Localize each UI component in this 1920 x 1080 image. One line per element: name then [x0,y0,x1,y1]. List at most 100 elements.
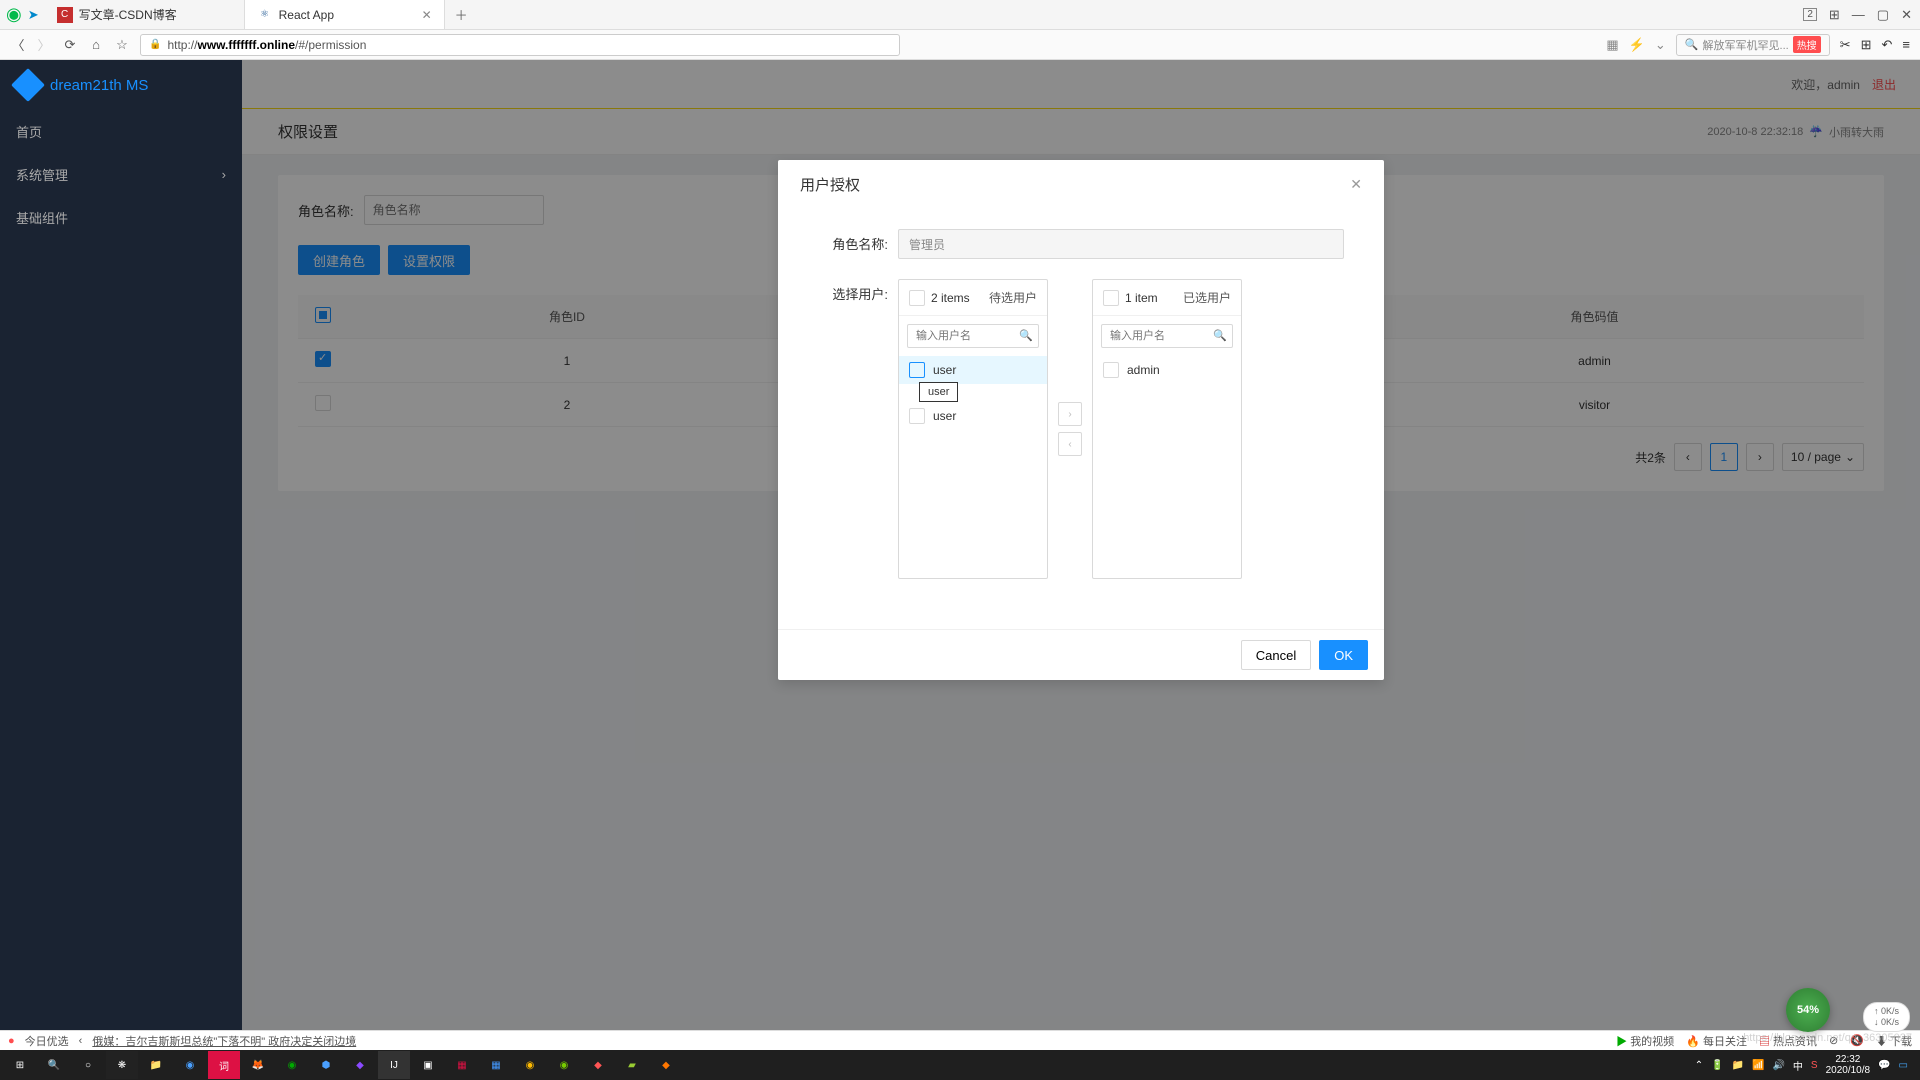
transfer-item-user[interactable]: user user [899,356,1047,384]
menu-icon[interactable]: ≡ [1902,37,1910,52]
target-title: 已选用户 [1183,289,1231,306]
qr-icon[interactable]: ▦ [1606,37,1618,53]
chevron-down-icon[interactable]: ⌄ [1655,37,1666,53]
flash-icon[interactable]: ⚡ [1629,37,1645,53]
tray-icon[interactable]: 📁 [1732,1060,1744,1071]
news-headline[interactable]: 俄媒：吉尔吉斯斯坦总统"下落不明" 政府决定关闭边境 [92,1033,356,1049]
window-close-icon[interactable]: ✕ [1901,7,1912,23]
reload-icon[interactable]: ⟳ [62,37,78,53]
ime-icon[interactable]: 中 [1793,1058,1803,1073]
browser-status-bar: ● 今日优选 ‹ 俄媒：吉尔吉斯斯坦总统"下落不明" 政府决定关闭边境 ▶ 我的… [0,1030,1920,1050]
intellij-icon[interactable]: IJ [378,1051,410,1079]
forward-icon[interactable]: 〉 [36,37,52,53]
taskbar-app-icon[interactable]: ◆ [344,1051,376,1079]
taskbar-app-icon[interactable]: ◉ [514,1051,546,1079]
undo-icon[interactable]: ↶ [1882,37,1893,53]
item-label: user [933,363,956,377]
home-icon[interactable]: ⌂ [88,37,104,53]
taskbar-app-icon[interactable]: 词 [208,1051,240,1079]
item-checkbox[interactable] [1103,362,1119,378]
modal-overlay[interactable]: 用户授权 ✕ 角色名称 管理员 选择用户 [242,60,1920,1030]
sidebar-brand[interactable]: dream21th MS [0,60,242,110]
follow-link[interactable]: 🔥 每日关注 [1686,1033,1747,1049]
volume-icon[interactable]: 🔊 [1772,1060,1784,1071]
modal-close-icon[interactable]: ✕ [1350,176,1362,193]
url-bar[interactable]: 🔒 http://www.fffffff.online/#/permission [140,34,900,56]
windows-taskbar: ⊞ 🔍 ○ ❋ 📁 ◉ 词 🦊 ◉ ⬢ ◆ IJ ▣ ▦ ▦ ◉ ◉ ◆ ▰ ◆… [0,1050,1920,1080]
browser-nav-bar: 〈 〉 ⟳ ⌂ ☆ 🔒 http://www.fffffff.online/#/… [0,30,1920,60]
cortana-button[interactable]: ○ [72,1051,104,1079]
select-user-label: 选择用户 [818,279,888,303]
search-button[interactable]: 🔍 [38,1051,70,1079]
role-name-label: 角色名称 [818,229,888,253]
taskbar-app-icon[interactable]: ▣ [412,1051,444,1079]
tab-count-badge[interactable]: 2 [1803,8,1817,21]
taskbar-app-icon[interactable]: ❋ [106,1051,138,1079]
item-checkbox[interactable] [909,408,925,424]
tray-icon[interactable]: S [1811,1060,1818,1071]
browser-tab-react[interactable]: ⚛ React App ✕ [245,0,445,29]
grid-icon[interactable]: ⊞ [1861,37,1872,53]
scissors-icon[interactable]: ✂ [1840,37,1851,53]
tray-icon[interactable]: 🔋 [1711,1060,1723,1071]
firefox-icon[interactable]: 🦊 [242,1051,274,1079]
transfer-right-button[interactable]: › [1058,402,1082,426]
lock-icon: 🔒 [149,39,161,50]
window-maximize-icon[interactable]: ▢ [1877,7,1889,23]
video-link[interactable]: ▶ 我的视频 [1616,1033,1674,1049]
taskbar-app-icon[interactable]: ▰ [616,1051,648,1079]
user-transfer: 2 items 待选用户 🔍 u [898,279,1242,579]
news-dot-icon: ● [8,1035,15,1047]
new-tab-button[interactable]: ＋ [445,5,478,24]
taskbar-app-icon[interactable]: ▦ [446,1051,478,1079]
today-picks[interactable]: 今日优选 [25,1033,69,1049]
telegram-icon[interactable]: ➤ [28,7,39,23]
sidebar-item-components[interactable]: 基础组件 [0,196,242,239]
sidebar-item-home[interactable]: 首页 [0,110,242,153]
taskbar-app-icon[interactable]: ⬢ [310,1051,342,1079]
sidebar-item-label: 系统管理 [16,165,68,184]
wifi-icon[interactable]: 📶 [1752,1060,1764,1071]
transfer-item-admin[interactable]: admin [1093,356,1241,384]
csdn-icon: C [57,7,73,23]
source-select-all-checkbox[interactable] [909,290,925,306]
start-button[interactable]: ⊞ [4,1051,36,1079]
taskbar-app-icon[interactable]: ◆ [582,1051,614,1079]
browser-icon[interactable]: ◉ [276,1051,308,1079]
tray-clock[interactable]: 22:32 2020/10/8 [1826,1054,1871,1076]
float-speed-badge[interactable]: ↑ 0K/s ↓ 0K/s [1863,1002,1910,1032]
taskbar-app-icon[interactable]: ▦ [480,1051,512,1079]
float-percentage-badge[interactable]: 54% [1786,988,1830,1032]
notification-icon[interactable]: 💬 [1878,1060,1890,1071]
close-icon[interactable]: ✕ [422,8,432,22]
watermark: https://blog.csdn.net/qq_36305027 [1743,1032,1912,1044]
item-label: user [933,409,956,423]
modal-title: 用户授权 [800,174,860,195]
tray-icon[interactable]: ▭ [1899,1060,1908,1071]
target-select-all-checkbox[interactable] [1103,290,1119,306]
taskbar-app-icon[interactable]: ◉ [548,1051,580,1079]
user-auth-modal: 用户授权 ✕ 角色名称 管理员 选择用户 [778,160,1384,680]
chevron-left-icon[interactable]: ‹ [79,1035,83,1047]
browser-tab-csdn[interactable]: C 写文章-CSDN博客 [45,0,245,29]
star-icon[interactable]: ☆ [114,37,130,53]
taskbar-app-icon[interactable]: ◆ [650,1051,682,1079]
back-icon[interactable]: 〈 [10,37,26,53]
react-icon: ⚛ [257,7,273,23]
explorer-icon[interactable]: 📁 [140,1051,172,1079]
transfer-item-user[interactable]: user [899,402,1047,430]
window-minimize-icon[interactable]: — [1852,7,1865,22]
sidebar-item-system[interactable]: 系统管理› [0,153,242,196]
brand-text: dream21th MS [50,77,148,94]
cancel-button[interactable]: Cancel [1241,640,1311,670]
taskbar-app-icon[interactable]: ◉ [174,1051,206,1079]
system-tray: ⌃ 🔋 📁 📶 🔊 中 S 22:32 2020/10/8 💬 ▭ [1695,1054,1916,1076]
extension-icon[interactable]: ⊞ [1829,7,1840,23]
tray-chevron-icon[interactable]: ⌃ [1695,1060,1703,1071]
item-checkbox[interactable] [909,362,925,378]
browser-search[interactable]: 🔍 解放军军机罕见... 热搜 [1676,34,1830,56]
transfer-left-button[interactable]: ‹ [1058,432,1082,456]
ok-button[interactable]: OK [1319,640,1368,670]
search-icon: 🔍 [1685,38,1699,51]
target-count: 1 item [1125,291,1158,305]
